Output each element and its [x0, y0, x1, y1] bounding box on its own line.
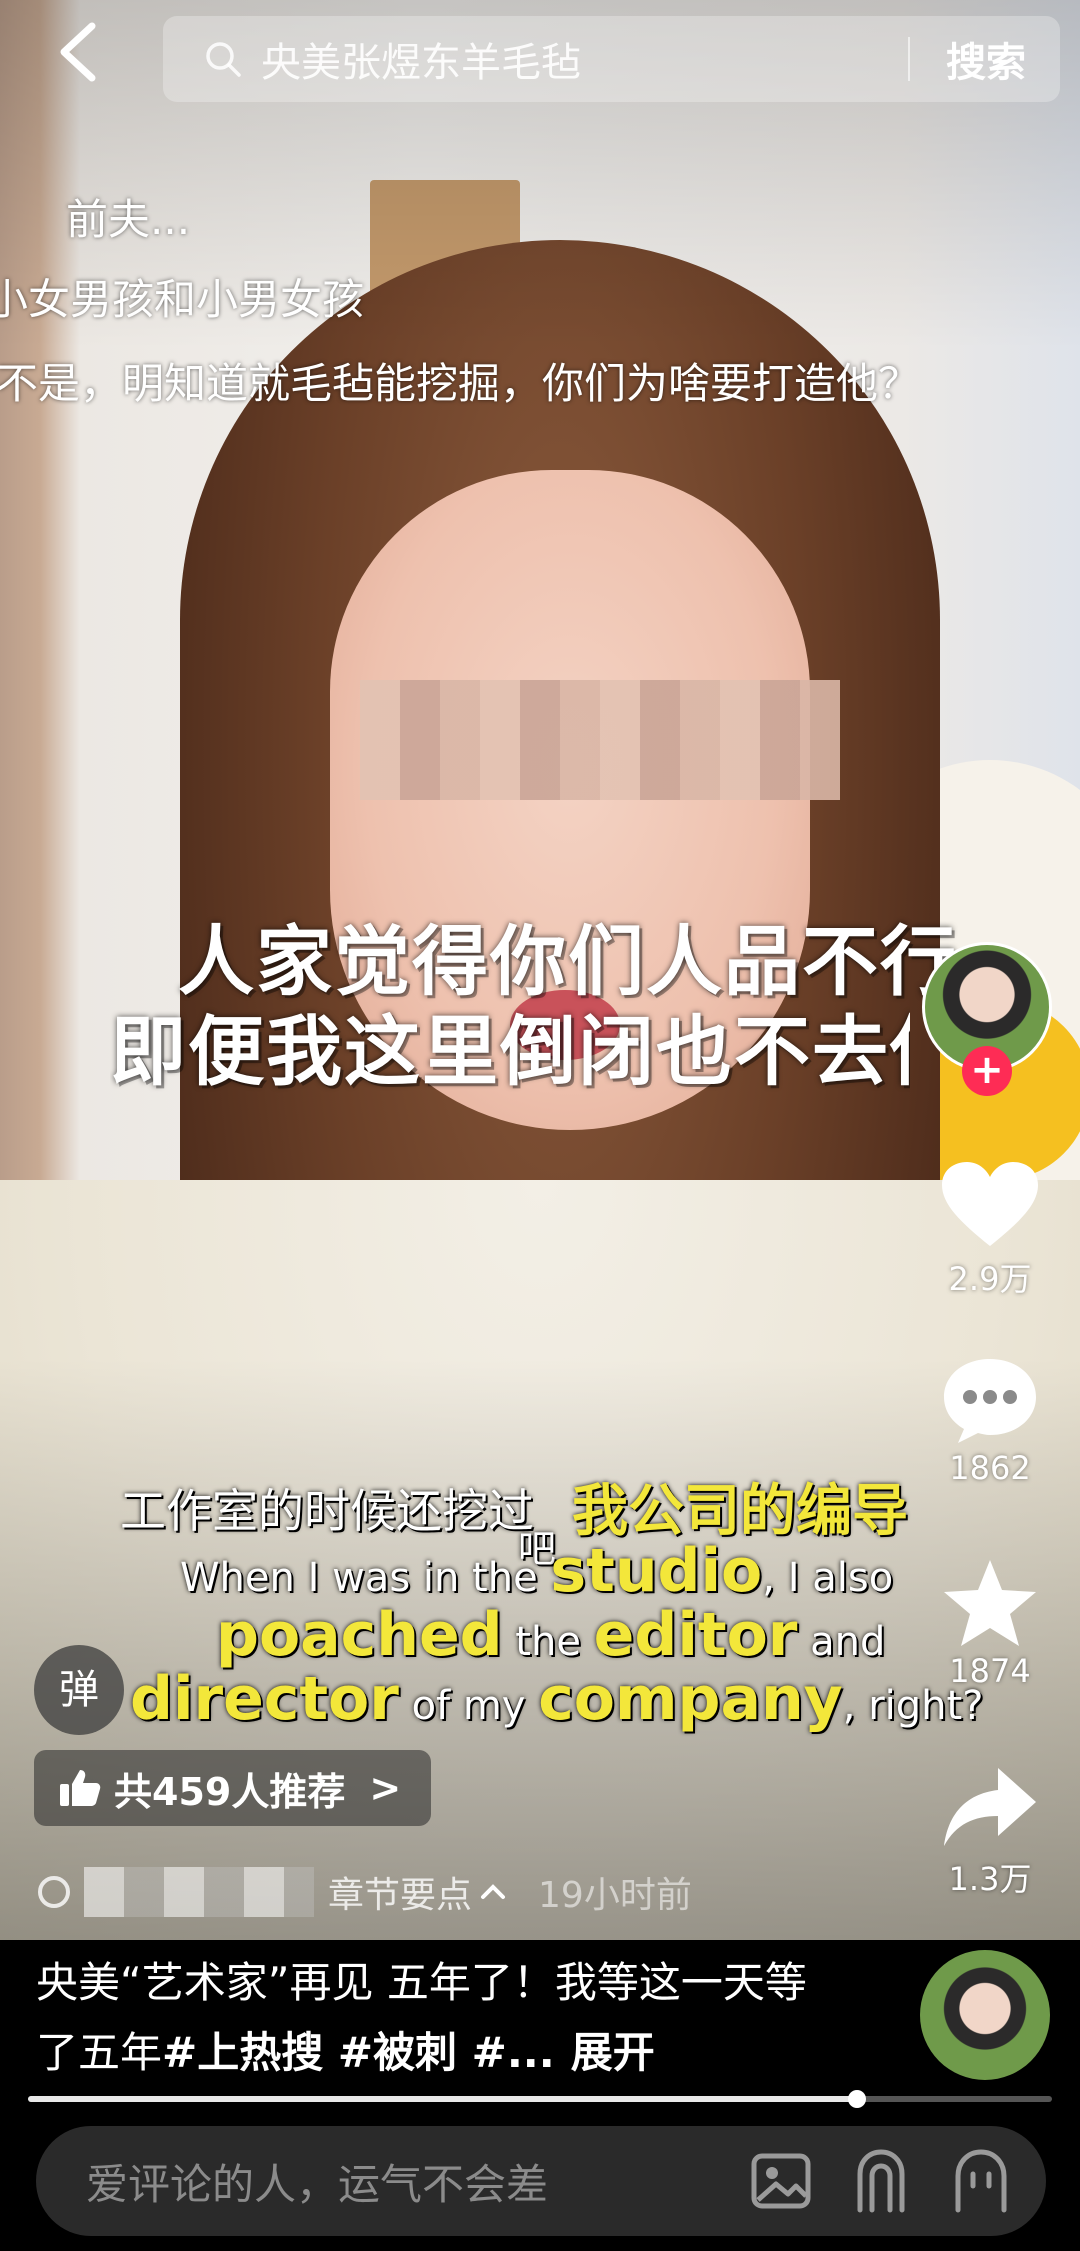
video-screen: 央美张煜东羊毛毡 搜索 前夫... 小女男孩和小男女孩 不是，明知道就毛毡能挖掘…: [0, 0, 1080, 2251]
subtitle-en-text: , I also: [762, 1555, 894, 1601]
danmaku-toggle-button[interactable]: 弹: [34, 1645, 124, 1735]
back-button[interactable]: [52, 20, 104, 84]
chevron-left-icon: [60, 22, 96, 82]
comment-button[interactable]: 1862: [930, 1355, 1050, 1487]
share-count: 1.3万: [948, 1860, 1032, 1898]
music-disc-avatar[interactable]: [920, 1950, 1050, 2080]
recommend-button[interactable]: 共459人推荐 >: [34, 1750, 432, 1826]
subtitle-cn-highlight: 我公司的编导: [572, 1479, 908, 1544]
search-divider: [908, 37, 910, 81]
chevron-up-icon: [481, 1884, 506, 1899]
comment-count: 1862: [949, 1449, 1031, 1487]
chevron-right-icon: >: [369, 1766, 402, 1810]
search-button[interactable]: 搜索: [946, 30, 1026, 88]
search-icon: [206, 42, 241, 77]
meta-mosaic-blur: [84, 1867, 314, 1917]
subtitle-en-highlight: company: [538, 1664, 843, 1734]
like-count: 2.9万: [948, 1260, 1032, 1298]
comment-input[interactable]: 爱评论的人，运气不会差: [86, 2151, 746, 2212]
video-meta-line: 章节要点 19小时前: [34, 1866, 692, 1918]
favorite-button[interactable]: 1874: [930, 1558, 1050, 1690]
danmaku-comment: 前夫...: [66, 195, 191, 244]
link-icon: [38, 1876, 70, 1908]
post-tags[interactable]: #上热搜 #被刺 #...: [162, 2028, 555, 2077]
video-caption-line: 即便我这里倒闭也不去你们: [110, 1007, 910, 1096]
recommend-label: 共459人推荐: [114, 1769, 346, 1814]
heart-icon: [942, 1162, 1038, 1246]
subtitle-en-text: the: [502, 1619, 594, 1665]
danmaku-comment: 小女男孩和小男女孩: [0, 275, 365, 324]
progress-fill: [28, 2096, 858, 2102]
creator-avatar-button[interactable]: +: [922, 942, 1052, 1096]
thumbs-up-icon: [60, 1770, 101, 1806]
subtitle-en-text: of my: [398, 1683, 539, 1729]
subtitle-en-text: When I was in the: [180, 1555, 551, 1601]
video-progress-bar[interactable]: [28, 2090, 1052, 2108]
subtitle-cn-prefix: 工作室的时候还挖过: [120, 1484, 534, 1538]
search-bar[interactable]: 央美张煜东羊毛毡 搜索: [163, 16, 1060, 102]
subtitle-en-line-3: director of my company, right?: [130, 1664, 983, 1734]
expand-button[interactable]: 展开: [571, 2028, 655, 2077]
share-button[interactable]: 1.3万: [930, 1764, 1050, 1900]
favorite-count: 1874: [949, 1652, 1031, 1690]
subtitle-en-highlight: poached: [216, 1600, 503, 1670]
share-icon: [944, 1768, 1036, 1846]
like-button[interactable]: 2.9万: [930, 1160, 1050, 1300]
post-time: 19小时前: [538, 1875, 692, 1916]
comment-icon: [944, 1359, 1036, 1443]
subtitle-en-line-2: poached the editor and: [216, 1600, 885, 1670]
subtitle-en-highlight: editor: [593, 1600, 798, 1670]
subtitle-en-highlight: director: [130, 1664, 399, 1734]
star-icon: [944, 1560, 1036, 1646]
emoji-icon[interactable]: [946, 2146, 1016, 2216]
subtitle-en-line-1: When I was in the studio, I also: [180, 1536, 893, 1606]
post-description[interactable]: 央美“艺术家”再见 五年了！我等这一天等了五年#上热搜 #被刺 #... 展开: [36, 1948, 836, 2088]
comment-bar[interactable]: 爱评论的人，运气不会差: [36, 2126, 1046, 2236]
chapter-points-button[interactable]: 章节要点: [328, 1866, 472, 1918]
follow-button[interactable]: +: [962, 1046, 1012, 1096]
image-icon[interactable]: [746, 2146, 816, 2216]
search-input[interactable]: 央美张煜东羊毛毡: [261, 30, 908, 88]
subtitle-en-text: and: [797, 1619, 886, 1665]
subtitle-en-highlight: studio: [550, 1536, 763, 1606]
at-mention-icon[interactable]: [846, 2146, 916, 2216]
danmaku-comment: 不是，明知道就毛毡能挖掘，你们为啥要打造他？: [0, 359, 921, 408]
